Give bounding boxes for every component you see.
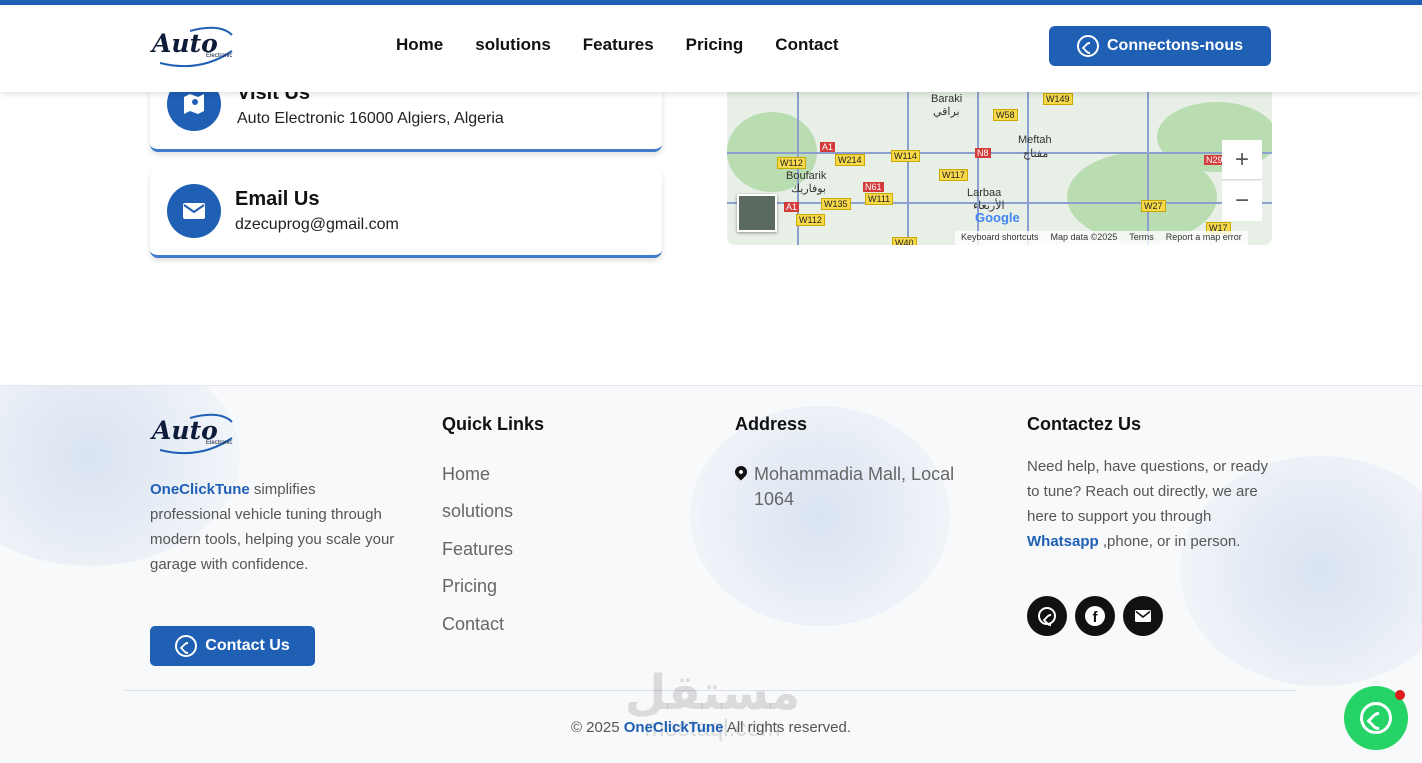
map-road-label: W114 [891,150,920,162]
map-place-baraki: Baraki [931,93,963,105]
map-place-larbaa: Larbaa [967,187,1002,199]
floating-whatsapp-button[interactable] [1344,686,1408,750]
mostaql-watermark: مستقل mostaql.com [620,668,805,748]
footer-link-features[interactable]: Features [442,539,513,560]
connect-button-label: Connectons-nous [1107,37,1243,54]
map-data-credit: Map data ©2025 [1050,232,1118,242]
map-place-boufarik: Boufarik [786,170,827,182]
whatsapp-icon [175,635,198,657]
footer-about: OneClickTune simplifies professional veh… [150,477,400,577]
address-line-1: Mohammadia Mall, Local [754,464,955,484]
whatsapp-icon [1077,35,1099,57]
footer-contact-button-label: Contact Us [205,637,290,654]
map-satellite-toggle[interactable] [737,194,777,232]
map-road-label: W149 [1043,93,1073,105]
google-logo: Google [975,210,1020,225]
email-social-button[interactable] [1123,596,1163,636]
contact-text-a: Need help, have questions, or ready to t… [1027,458,1268,525]
map-keyboard-shortcuts[interactable]: Keyboard shortcuts [961,232,1039,244]
map-place-baraki-ar: براقي [933,106,960,118]
footer-contact-button[interactable]: Contact Us [150,626,315,666]
map-road-label: W40 [892,237,917,245]
map-road-label: A1 [784,202,800,212]
map-road-label: W117 [939,169,968,181]
copyright: © 2025 OneClickTune All rights reserved. [0,719,1422,736]
address-title: Address [735,414,808,434]
site-header: Auto Electronic Home solutions Features … [0,5,1422,92]
map-road-label: W27 [1141,200,1166,212]
whatsapp-icon [1038,607,1056,625]
nav-contact[interactable]: Contact [775,35,838,55]
map-attribution: Keyboard shortcuts Map data ©2025 Terms … [955,231,1248,245]
nav-home[interactable]: Home [396,35,443,55]
map-road-label: W58 [993,109,1018,121]
map-report-error-link[interactable]: Report a map error [1166,232,1242,244]
footer-link-pricing[interactable]: Pricing [442,576,497,597]
zoom-out-button[interactable]: − [1222,181,1262,221]
footer-brand: OneClickTune [150,481,250,498]
visit-us-address: Auto Electronic 16000 Algiers, Algeria [237,110,504,127]
map-embed[interactable]: Baraki براقي Meftah مفتاح Boufarik بوفار… [727,92,1272,245]
connect-button[interactable]: Connectons-nous [1049,26,1271,66]
facebook-social-button[interactable]: f [1075,596,1115,636]
whatsapp-social-button[interactable] [1027,596,1067,636]
facebook-icon: f [1085,606,1105,626]
logo-subtext: Electronic [206,53,233,59]
quick-links-title: Quick Links [442,414,545,434]
main-nav: Home solutions Features Pricing Contact [396,35,839,55]
site-logo[interactable]: Auto Electronic [150,23,240,69]
map-place-boufarik-ar: بوفاريك [791,183,826,195]
nav-solutions[interactable]: solutions [475,35,551,55]
copyright-suffix: All rights reserved. [723,719,852,736]
email-address[interactable]: dzecuprog@gmail.com [235,216,399,234]
email-us-card: Email Us dzecuprog@gmail.com [150,168,662,258]
map-road-label: W112 [796,214,825,226]
whatsapp-icon [1360,702,1392,734]
map-road-label: W112 [777,157,806,169]
email-us-title: Email Us [235,188,320,210]
map-road-label: W111 [865,193,894,205]
contact-description: Need help, have questions, or ready to t… [1027,454,1272,554]
watermark-arabic: مستقل [624,665,801,721]
contact-title: Contactez Us [1027,414,1142,434]
map-road-label: W135 [821,198,851,210]
zoom-in-button[interactable]: + [1222,140,1262,180]
notification-dot [1395,690,1405,700]
map-road-label: N61 [863,182,884,192]
footer-link-contact[interactable]: Contact [442,614,504,635]
envelope-icon [167,184,221,238]
site-footer: Auto Electronic OneClickTune simplifies … [0,385,1422,763]
map-place-meftah-ar: مفتاح [1023,148,1049,160]
contact-text-b: ,phone, or in person. [1098,533,1241,550]
map-road-label: W214 [835,154,865,166]
map-road-label: N8 [975,148,991,158]
envelope-icon [1135,610,1151,622]
address-line-2: 1064 [754,489,795,509]
footer-link-solutions[interactable]: solutions [442,501,513,522]
logo-subtext: Electronic [206,440,233,446]
footer-link-home[interactable]: Home [442,464,490,485]
footer-logo[interactable]: Auto Electronic [150,410,240,456]
map-place-meftah: Meftah [1018,134,1052,146]
copyright-brand[interactable]: OneClickTune [624,719,724,736]
copyright-prefix: © 2025 [570,719,624,736]
map-terms-link[interactable]: Terms [1129,232,1154,244]
map-road-label: A1 [820,142,836,152]
nav-features[interactable]: Features [583,35,654,55]
nav-pricing[interactable]: Pricing [686,35,744,55]
whatsapp-link[interactable]: Whatsapp [1027,533,1099,550]
